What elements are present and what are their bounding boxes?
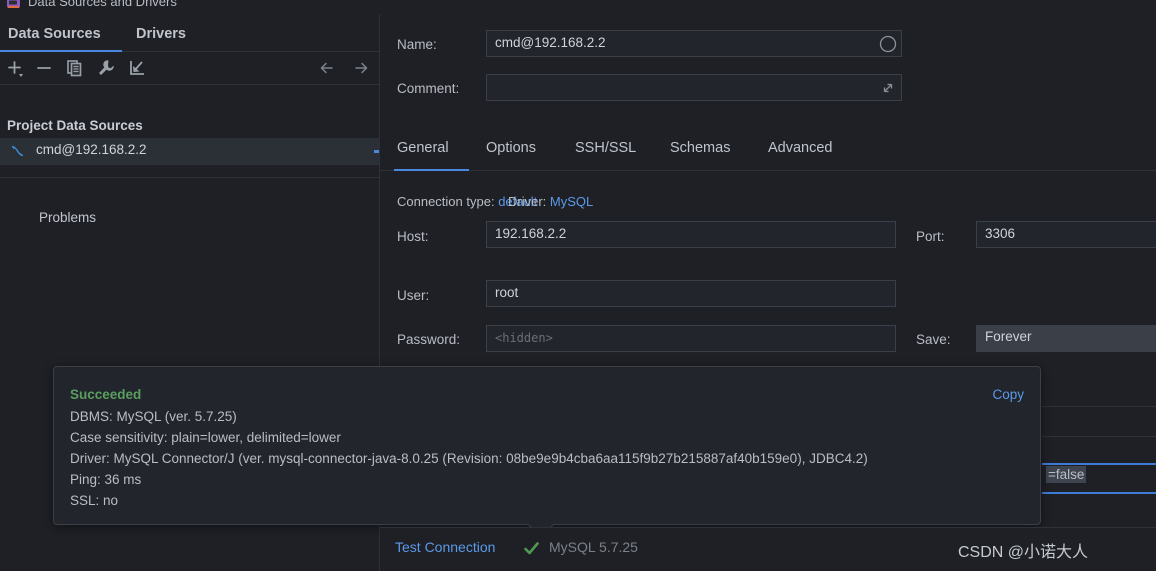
grid-selected-cell-value[interactable]: =false <box>1046 466 1087 483</box>
connection-type-label: Connection type: <box>397 194 495 209</box>
copy-link[interactable]: Copy <box>992 387 1024 402</box>
test-connection-button[interactable]: Test Connection <box>395 539 495 555</box>
sidebar-toolbar-divider <box>0 84 379 85</box>
grid-focused-row-top-border <box>1042 463 1156 465</box>
window-title: Data Sources and Drivers <box>28 0 177 9</box>
tab-advanced[interactable]: Advanced <box>768 126 833 170</box>
test-connection-result-popup: Succeeded Copy DBMS: MySQL (ver. 5.7.25)… <box>53 366 1041 525</box>
user-input[interactable]: root <box>486 280 896 307</box>
password-input[interactable]: <hidden> <box>486 325 896 352</box>
name-input[interactable]: cmd@192.168.2.2 <box>486 30 902 57</box>
advanced-options-grid: =false <box>1042 382 1156 543</box>
connection-status-text: Succeeded <box>70 387 142 402</box>
tab-data-sources[interactable]: Data Sources <box>8 14 101 52</box>
save-select-value: Forever <box>985 329 1032 344</box>
driver-info: Driver: MySQL <box>508 194 593 209</box>
forward-button[interactable] <box>350 57 372 79</box>
grid-row-divider-1 <box>1042 406 1156 407</box>
popup-line-ssl: SSL: no <box>70 493 119 508</box>
duplicate-button[interactable] <box>64 57 86 79</box>
popup-line-ping: Ping: 36 ms <box>70 472 142 487</box>
sidebar-item-label: cmd@192.168.2.2 <box>36 142 147 157</box>
green-check-icon <box>523 540 540 557</box>
port-label: Port: <box>916 229 945 244</box>
properties-button[interactable] <box>95 57 117 79</box>
server-version-text: MySQL 5.7.25 <box>549 539 638 555</box>
port-input-value: 3306 <box>985 226 1016 241</box>
tab-drivers[interactable]: Drivers <box>136 14 186 52</box>
sidebar-tabbar: Data Sources Drivers <box>0 14 379 52</box>
save-select[interactable]: Forever <box>976 325 1156 352</box>
comment-input[interactable] <box>486 74 902 101</box>
data-sources-and-drivers-dialog: Data Sources and Drivers Data Sources Dr… <box>0 0 1156 571</box>
mysql-dolphin-icon <box>10 143 26 159</box>
sidebar-toolbar <box>0 52 379 84</box>
password-input-placeholder: <hidden> <box>495 331 553 345</box>
driver-value[interactable]: MySQL <box>550 194 593 209</box>
datasource-window-icon <box>6 0 22 11</box>
back-button[interactable] <box>316 57 338 79</box>
sidebar-group-label: Project Data Sources <box>7 118 143 133</box>
grid-row-divider-2 <box>1042 436 1156 437</box>
expand-diagonal-icon[interactable] <box>877 77 899 99</box>
host-input[interactable]: 192.168.2.2 <box>486 221 896 248</box>
host-input-value: 192.168.2.2 <box>495 226 567 241</box>
settings-tab-separator <box>380 170 1156 171</box>
popup-line-dbms: DBMS: MySQL (ver. 5.7.25) <box>70 409 237 424</box>
password-label: Password: <box>397 332 461 347</box>
grid-focused-row-bottom-border <box>1042 492 1156 494</box>
driver-label: Driver: <box>508 194 547 209</box>
import-button[interactable] <box>126 57 148 79</box>
popup-line-driver: Driver: MySQL Connector/J (ver. mysql-co… <box>70 451 868 466</box>
watermark-text: CSDN @小诺大人 <box>958 544 1089 561</box>
add-button[interactable] <box>4 57 26 79</box>
sidebar-item-problems[interactable]: Problems <box>39 210 96 225</box>
panel-splitter-highlight <box>374 150 379 153</box>
name-input-value: cmd@192.168.2.2 <box>495 35 606 50</box>
settings-active-tab-underline <box>394 169 469 171</box>
sidebar-row-divider-1 <box>0 164 379 165</box>
settings-tabbar: General Options SSH/SSL Schemas Advanced <box>380 126 1156 172</box>
save-label: Save: <box>916 332 951 347</box>
comment-label: Comment: <box>397 81 460 96</box>
tab-ssh-ssl[interactable]: SSH/SSL <box>575 126 636 170</box>
name-label: Name: <box>397 37 437 52</box>
sidebar-row-divider-2 <box>0 177 379 178</box>
remove-button[interactable] <box>33 57 55 79</box>
user-input-value: root <box>495 285 519 300</box>
user-label: User: <box>397 288 430 303</box>
circle-outline-icon[interactable] <box>877 33 899 55</box>
host-label: Host: <box>397 229 429 244</box>
sidebar-item-cmd-datasource[interactable]: cmd@192.168.2.2 <box>0 138 379 164</box>
window-titlebar: Data Sources and Drivers <box>0 0 1156 14</box>
port-input[interactable]: 3306 <box>976 221 1156 248</box>
tab-schemas[interactable]: Schemas <box>670 126 730 170</box>
popup-line-case-sensitivity: Case sensitivity: plain=lower, delimited… <box>70 430 341 445</box>
tab-general[interactable]: General <box>397 126 449 170</box>
tab-options[interactable]: Options <box>486 126 536 170</box>
